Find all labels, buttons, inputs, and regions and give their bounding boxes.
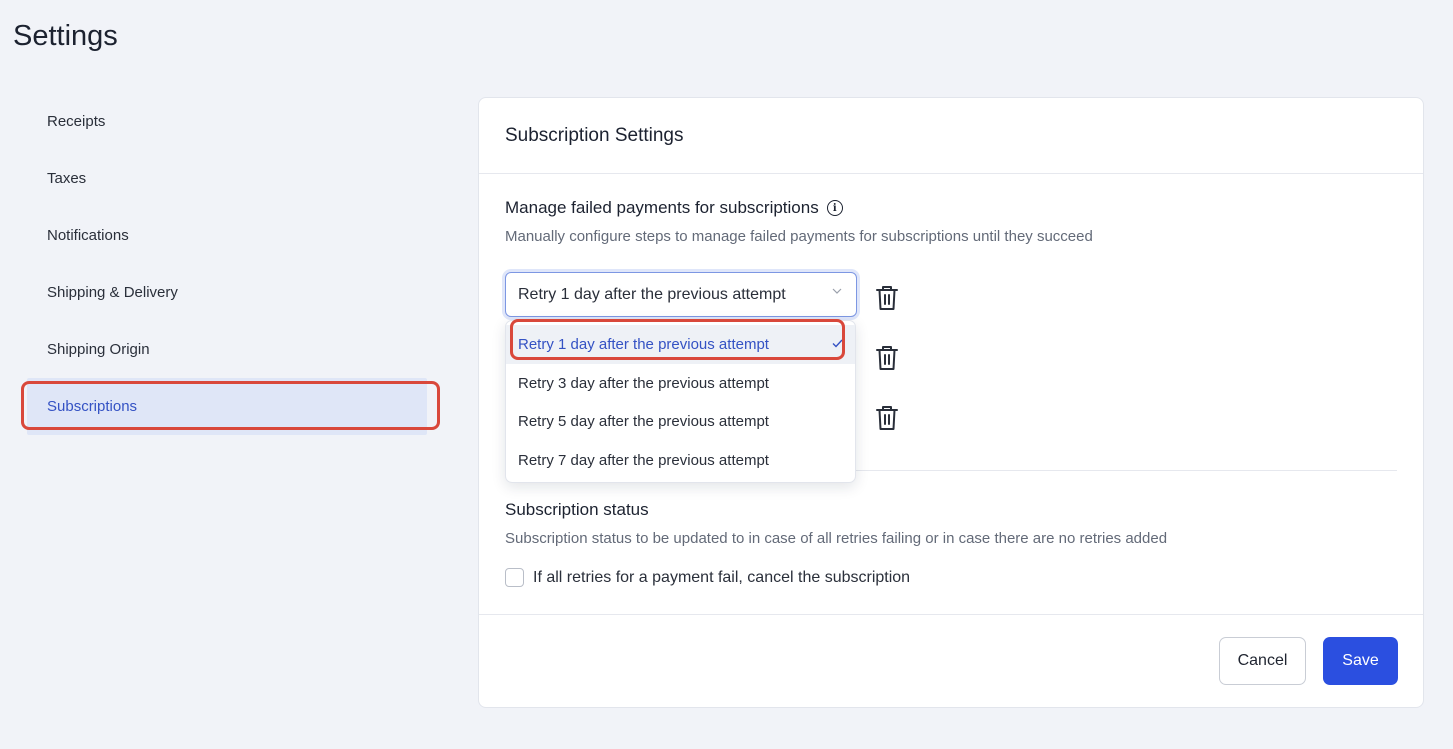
chevron-down-icon [832, 288, 842, 294]
retry-option[interactable]: Retry 3 day after the previous attempt [506, 364, 855, 403]
cancel-subscription-label: If all retries for a payment fail, cance… [533, 568, 911, 586]
retry-dropdown-menu: Retry 1 day after the previous attempt R… [505, 320, 856, 483]
cancel-subscription-checkbox[interactable] [505, 568, 524, 587]
retry-select[interactable]: Retry 1 day after the previous attempt [505, 272, 857, 317]
subscription-status-title: Subscription status [505, 500, 649, 519]
sidebar-item-notifications[interactable]: Notifications [27, 207, 427, 264]
trash-icon[interactable] [876, 285, 898, 311]
retry-select-value: Retry 1 day after the previous attempt [518, 285, 786, 303]
retry-option-label: Retry 7 day after the previous attempt [518, 452, 769, 470]
sidebar-item-shipping-origin[interactable]: Shipping Origin [27, 321, 427, 378]
retry-option-label: Retry 3 day after the previous attempt [518, 374, 769, 392]
sidebar-item-receipts[interactable]: Receipts [27, 93, 427, 150]
sidebar-nav: Receipts Taxes Notifications Shipping & … [27, 93, 427, 435]
sidebar-item-subscriptions[interactable]: Subscriptions [27, 378, 427, 435]
retry-option-label: Retry 5 day after the previous attempt [518, 413, 769, 431]
failed-payments-title-text: Manage failed payments for subscriptions [505, 198, 819, 217]
cancel-subscription-option[interactable]: If all retries for a payment fail, cance… [505, 568, 910, 587]
trash-icon[interactable] [876, 405, 898, 431]
check-icon [832, 339, 843, 348]
failed-payments-title: Manage failed payments for subscriptions… [505, 198, 843, 218]
subscription-status-description: Subscription status to be updated to in … [505, 530, 1168, 547]
page-title: Settings [13, 20, 118, 52]
cancel-button[interactable]: Cancel [1219, 637, 1306, 685]
sidebar-item-shipping-delivery[interactable]: Shipping & Delivery [27, 264, 427, 321]
retry-option[interactable]: Retry 5 day after the previous attempt [506, 403, 855, 442]
retry-option[interactable]: Retry 7 day after the previous attempt [506, 441, 855, 480]
sidebar-item-taxes[interactable]: Taxes [27, 150, 427, 207]
info-icon[interactable]: i [826, 200, 843, 216]
trash-icon[interactable] [876, 345, 898, 371]
retry-option[interactable]: Retry 1 day after the previous attempt [506, 325, 855, 364]
card-title: Subscription Settings [479, 98, 1423, 174]
card-footer-divider [479, 614, 1423, 615]
failed-payments-description: Manually configure steps to manage faile… [505, 228, 1093, 245]
retry-option-label: Retry 1 day after the previous attempt [518, 335, 769, 353]
save-button[interactable]: Save [1323, 637, 1398, 685]
